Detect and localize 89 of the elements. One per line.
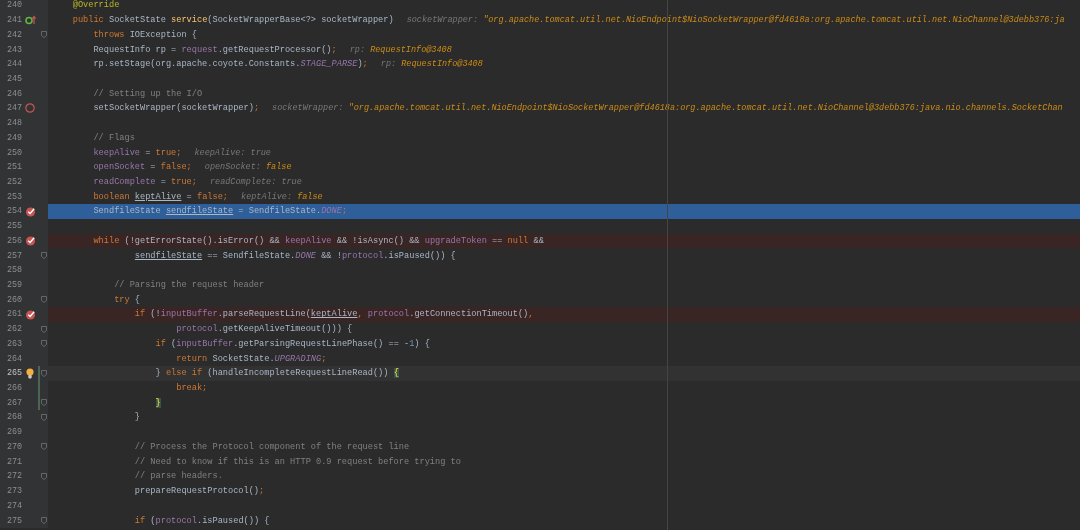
code-line: try {	[114, 294, 140, 305]
code-line: protocol.getKeepAliveTimeout())) {	[176, 324, 353, 335]
fold-icon[interactable]	[41, 296, 48, 304]
code-line: setSocketWrapper(socketWrapper);	[93, 103, 260, 114]
line-number: 244	[5, 59, 23, 70]
code-line: break;	[176, 383, 208, 394]
line-number: 250	[5, 147, 23, 158]
code-line: boolean keptAlive = false;	[93, 191, 229, 202]
breakpoint-icon[interactable]	[24, 205, 36, 217]
code-line: // Setting up the I/O	[93, 88, 203, 99]
line-number: 265	[6, 368, 23, 379]
fold-icon[interactable]	[41, 31, 48, 39]
code-line: public SocketState service(SocketWrapperBase<?> socketWrapper)	[72, 15, 394, 26]
code-line: throws IOException {	[93, 29, 197, 40]
line-number: 268	[5, 412, 23, 423]
line-number: 252	[5, 177, 23, 187]
line-number: 267	[6, 397, 23, 408]
code-line: if (inputBuffer.getParsingRequestLinePhase() == -1) {	[155, 338, 430, 349]
code-line: if (protocol.isPaused()) {	[134, 515, 270, 526]
line-number: 260	[5, 294, 23, 305]
line-number: 263	[5, 338, 23, 349]
fold-icon[interactable]	[41, 325, 48, 333]
fold-icon[interactable]	[41, 472, 48, 480]
line-number: 270	[5, 441, 23, 452]
line-number: 253	[5, 191, 23, 202]
code-line: SendfileState sendfileState = SendfileState.DONE;	[93, 206, 348, 217]
fold-icon[interactable]	[41, 369, 48, 377]
line-number: 275	[5, 515, 23, 526]
inline-value-hint: keptAlive: false	[241, 191, 323, 202]
inline-value-hint: openSocket: false	[204, 162, 292, 173]
code-line: openSocket = false;	[93, 162, 192, 173]
line-number: 269	[5, 427, 23, 438]
line-number: 257	[5, 250, 23, 261]
code-line: RequestInfo rp = request.getRequestProcessor();	[93, 44, 337, 55]
line-number: 247	[5, 103, 23, 114]
fold-icon[interactable]	[41, 414, 48, 421]
line-number: 242	[5, 29, 23, 40]
line-number: 256	[5, 235, 23, 246]
code-line: // Need to know if this is an HTTP 0.9 request before trying to	[134, 456, 461, 467]
line-number: 254	[5, 206, 23, 217]
code-line: // Process the Protocol component of the request line	[134, 441, 410, 452]
code-line: }	[134, 412, 140, 423]
code-line: while (!getErrorState().isError() && keepAlive && !isAsync() && upgradeToken == null &&	[93, 235, 544, 246]
code-line: @Override	[72, 0, 120, 11]
line-number: 243	[5, 44, 23, 55]
line-number: 255	[5, 221, 23, 232]
line-number: 266	[6, 383, 23, 394]
code-line: readComplete = true;	[93, 177, 197, 187]
line-number: 249	[5, 132, 23, 143]
code-line: // Parsing the request header	[114, 280, 265, 290]
inline-value-hint: rp: RequestInfo@3408	[349, 44, 452, 55]
line-number: 259	[5, 280, 23, 290]
breakpoint-icon[interactable]	[24, 235, 36, 247]
fold-icon[interactable]	[41, 252, 48, 260]
line-number: 246	[5, 88, 23, 99]
inline-value-hint: socketWrapper: "org.apache.tomcat.util.net.NioEndpoint$NioSocketWrapper@fd4618a:org.apache.tomcat.util.net.NioChannel@3debb376:ja	[406, 15, 1065, 26]
code-line: keepAlive = true;	[93, 147, 182, 158]
line-number: 262	[5, 324, 23, 335]
line-number: 271	[5, 456, 23, 467]
line-number: 241	[5, 15, 23, 26]
inline-value-hint: keepAlive: true	[194, 147, 271, 158]
fold-icon[interactable]	[41, 399, 48, 407]
line-number: 248	[5, 118, 23, 129]
line-number: 261	[5, 309, 23, 320]
code-line: if (!inputBuffer.parseRequestLine(keptAlive, protocol.getConnectionTimeout(),	[134, 309, 534, 320]
code-line: // Flags	[93, 132, 135, 143]
override-icon[interactable]	[24, 15, 36, 26]
code-line: sendfileState == SendfileState.DONE && !protocol.isPaused()) {	[134, 250, 456, 261]
inline-value-hint: readComplete: true	[209, 177, 302, 187]
fold-icon[interactable]	[41, 340, 48, 348]
fold-icon[interactable]	[41, 443, 48, 451]
breakpoint-icon[interactable]	[24, 308, 36, 320]
lightbulb-icon[interactable]	[26, 367, 35, 379]
inline-value-hint: rp: RequestInfo@3408	[380, 59, 483, 70]
code-line: // parse headers.	[134, 471, 223, 482]
code-line: return SocketState.UPGRADING;	[176, 353, 327, 364]
line-number: 273	[5, 486, 23, 497]
line-number: 272	[5, 471, 23, 482]
line-number: 258	[5, 265, 23, 276]
line-number: 264	[5, 353, 23, 364]
line-number: 240	[5, 0, 23, 11]
line-number: 245	[5, 73, 23, 84]
code-line: rp.setStage(org.apache.coyote.Constants.STAGE_PARSE);	[93, 59, 368, 70]
fold-icon[interactable]	[41, 517, 48, 524]
line-number: 251	[5, 162, 23, 173]
code-line: prepareRequestProtocol();	[134, 486, 265, 497]
inline-value-hint: socketWrapper: "org.apache.tomcat.util.net.NioEndpoint$NioSocketWrapper@fd4618a:org.apache.tomcat.util.net.NioChannel@3debb376:java.nio.channels.SocketChan	[272, 103, 1063, 114]
line-number: 274	[5, 500, 23, 511]
code-line: } else if (handleIncompleteRequestLineRead()) {	[155, 368, 399, 379]
